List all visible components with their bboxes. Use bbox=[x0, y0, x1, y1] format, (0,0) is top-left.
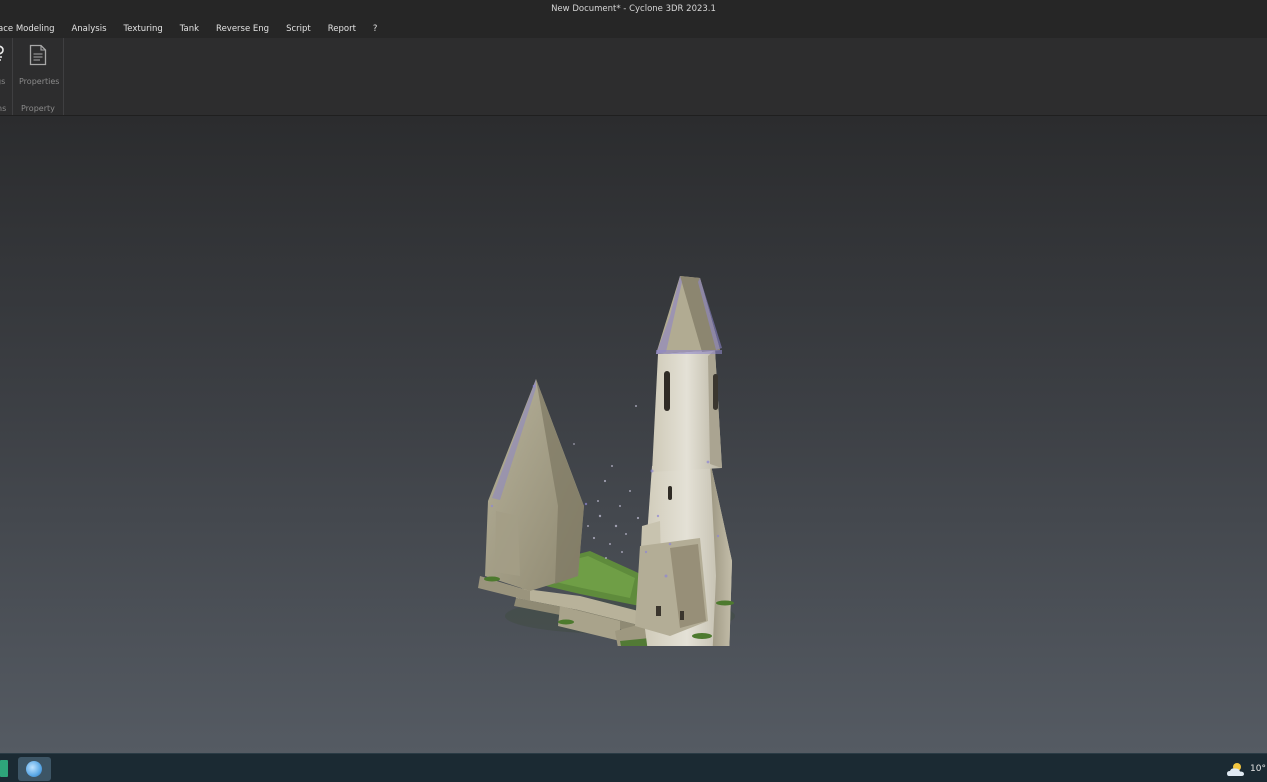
settings-icon bbox=[0, 45, 4, 61]
3d-viewport[interactable] bbox=[0, 116, 1267, 753]
menu-surface-modeling[interactable]: ace Modeling bbox=[0, 24, 54, 34]
menu-script[interactable]: Script bbox=[286, 24, 311, 34]
ribbon-group-label-settings: ns bbox=[0, 104, 7, 113]
application-window: New Document* - Cyclone 3DR 2023.1 ace M… bbox=[0, 0, 1267, 782]
weather-temperature[interactable]: 10° bbox=[1250, 764, 1266, 774]
cyclone-3dr-taskbar-button[interactable] bbox=[18, 757, 51, 781]
ribbon-toolbar: gs ns Properties Property bbox=[0, 38, 1267, 116]
menu-analysis[interactable]: Analysis bbox=[71, 24, 106, 34]
menu-reverse-eng[interactable]: Reverse Eng bbox=[216, 24, 269, 34]
settings-button[interactable]: gs bbox=[0, 38, 12, 90]
point-cloud-model[interactable] bbox=[470, 276, 750, 646]
title-bar: New Document* - Cyclone 3DR 2023.1 bbox=[0, 0, 1267, 19]
ribbon-group-settings: gs ns bbox=[0, 38, 13, 115]
taskbar: 10° bbox=[0, 753, 1267, 782]
document-icon bbox=[29, 44, 47, 66]
window-title: New Document* - Cyclone 3DR 2023.1 bbox=[551, 4, 716, 14]
menu-tank[interactable]: Tank bbox=[180, 24, 199, 34]
partly-cloudy-icon[interactable] bbox=[1226, 762, 1246, 778]
menu-texturing[interactable]: Texturing bbox=[124, 24, 163, 34]
menu-report[interactable]: Report bbox=[328, 24, 356, 34]
ribbon-group-property: Properties Property bbox=[13, 38, 64, 115]
ribbon-group-label-property: Property bbox=[21, 104, 55, 113]
settings-button-label: gs bbox=[0, 77, 6, 86]
cyclone-3dr-app-icon bbox=[26, 761, 42, 777]
properties-button[interactable]: Properties bbox=[15, 38, 61, 90]
menu-help[interactable]: ? bbox=[373, 24, 378, 34]
menu-bar: ace Modeling Analysis Texturing Tank Rev… bbox=[0, 19, 1267, 38]
spreadsheet-app-icon[interactable] bbox=[0, 760, 8, 777]
properties-button-label: Properties bbox=[19, 77, 60, 86]
